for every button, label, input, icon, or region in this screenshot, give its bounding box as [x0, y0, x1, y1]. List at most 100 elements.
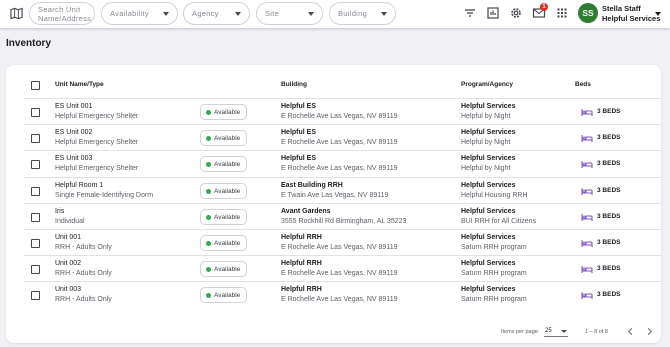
user-name[interactable]: Stella Staff — [602, 4, 641, 13]
status-dot — [206, 267, 211, 273]
building-select[interactable]: Building — [329, 2, 396, 25]
beds-count: 3 BEDS — [597, 265, 621, 273]
table-row[interactable]: ES Unit 002 Helpful Emergency Shelter Avai… — [24, 124, 661, 150]
chevron-down-icon — [308, 12, 314, 16]
chevron-down-icon[interactable] — [655, 12, 661, 16]
chevron-down-icon — [163, 12, 169, 16]
program-name: BUI RRH for All Citizens — [461, 217, 537, 225]
user-organization[interactable]: Helpful Services — [602, 14, 660, 23]
unit-type: Single Female-Identifying Dorm — [55, 191, 154, 199]
beds-count: 3 BEDS — [597, 239, 621, 246]
program-name: Saturn RRH program — [461, 270, 527, 278]
agency-name: Helpful Services — [461, 207, 516, 215]
status-badge: Available — [200, 261, 247, 278]
status-label: Available — [214, 161, 241, 169]
header-program[interactable]: Program/Agency — [461, 81, 513, 88]
header-building[interactable]: Building — [281, 81, 307, 88]
agency-name: Helpful Services — [461, 234, 516, 241]
row-checkbox[interactable] — [31, 160, 40, 170]
table-row[interactable]: Unit 002 RRH - Adults Only Available Helpfu… — [24, 255, 661, 281]
building-name: Helpful RRH — [281, 234, 322, 241]
header-beds[interactable]: Beds — [575, 81, 591, 88]
table-row[interactable]: Unit 001 RRH - Adults Only Available Helpfu… — [24, 229, 661, 255]
header-unit[interactable]: Unit Name/Type — [55, 81, 104, 88]
top-toolbar: Search Unit Name/Address Availability Ag… — [0, 0, 670, 28]
apps-grid-icon[interactable] — [555, 6, 569, 20]
agency-name: Helpful Services — [461, 181, 516, 189]
row-checkbox[interactable] — [31, 265, 40, 275]
unit-name: ES Unit 002 — [55, 129, 93, 137]
status-label: Available — [214, 266, 241, 274]
status-label: Available — [214, 135, 241, 143]
agency-name: Helpful Services — [461, 286, 516, 294]
agency-select[interactable]: Agency — [183, 2, 250, 25]
bed-icon — [581, 240, 593, 247]
bed-icon — [581, 187, 593, 195]
building-address: E Twain Ave Las Vegas, NV 89119 — [281, 191, 389, 199]
building-name: Helpful ES — [281, 129, 317, 137]
building-address: E Rochelle Ave Las Vegas, NV 89119 — [281, 270, 398, 278]
items-per-page-select[interactable]: 25 — [545, 328, 552, 334]
building-label: Building — [338, 9, 368, 18]
unit-name: Unit 003 — [55, 286, 82, 294]
row-checkbox[interactable] — [31, 291, 40, 301]
page-range: 1 – 8 of 8 — [585, 329, 608, 335]
chevron-down-icon — [381, 12, 387, 16]
table-row[interactable]: Helpful Room 1 Single Female-Identifying … — [24, 176, 661, 203]
avatar[interactable]: SS — [578, 3, 598, 23]
report-icon[interactable] — [486, 6, 500, 20]
status-badge: Available — [200, 104, 247, 120]
search-input[interactable]: Search Unit Name/Address — [29, 2, 95, 25]
table-row[interactable]: Unit 003 RRH - Adults Only Available Helpfu… — [24, 281, 661, 307]
status-label: Available — [214, 187, 241, 195]
row-checkbox[interactable] — [31, 186, 40, 196]
availability-select[interactable]: Availability — [101, 2, 178, 25]
program-name: Helpful by Night — [461, 165, 511, 173]
building-address: 3555 Rockhill Rd Birmingham, AL 35223 — [281, 217, 407, 225]
table-row[interactable]: Iris Individual Available Avant Gardens 3555… — [24, 202, 661, 229]
unit-name: ES Unit 001 — [55, 103, 93, 110]
unit-type: Individual — [55, 217, 85, 225]
row-checkbox[interactable] — [31, 212, 40, 222]
bed-icon — [581, 161, 593, 169]
bed-icon — [581, 135, 593, 143]
status-label: Available — [214, 213, 241, 221]
chevron-down-icon[interactable] — [561, 330, 567, 333]
unit-name: Iris — [55, 207, 65, 215]
row-checkbox[interactable] — [31, 239, 40, 248]
building-name: Helpful ES — [281, 103, 317, 110]
select-all-checkbox[interactable] — [31, 81, 40, 90]
program-name: Saturn RRH program — [461, 296, 527, 304]
status-dot — [206, 293, 211, 299]
status-dot — [206, 241, 211, 246]
site-select[interactable]: Site — [256, 2, 323, 25]
filter-icon[interactable] — [463, 6, 477, 20]
row-checkbox[interactable] — [31, 134, 40, 144]
chevron-left-icon[interactable] — [626, 327, 635, 336]
status-badge: Available — [200, 235, 247, 251]
building-name: East Building RRH — [281, 181, 343, 189]
table-row[interactable]: ES Unit 001 Helpful Emergency Shelter Avai… — [24, 98, 661, 124]
unit-type: Helpful Emergency Shelter — [55, 165, 139, 173]
program-name: Helpful Housing RRH — [461, 191, 528, 199]
notification-badge: 1 — [540, 3, 548, 11]
building-address: E Rochelle Ave Las Vegas, NV 89119 — [281, 113, 398, 120]
building-address: E Rochelle Ave Las Vegas, NV 89119 — [281, 165, 398, 173]
beds-count: 3 BEDS — [597, 160, 621, 168]
status-label: Available — [214, 240, 241, 247]
building-address: E Rochelle Ave Las Vegas, NV 89119 — [281, 296, 398, 304]
chevron-right-icon[interactable] — [645, 327, 654, 336]
building-name: Helpful ES — [281, 155, 317, 163]
building-name: Helpful RRH — [281, 286, 322, 294]
items-per-page-label: Items per page: — [501, 329, 540, 335]
unit-type: Helpful Emergency Shelter — [55, 113, 139, 120]
status-dot — [206, 188, 211, 194]
building-name: Avant Gardens — [281, 207, 331, 215]
map-icon[interactable] — [10, 7, 23, 20]
gear-icon[interactable] — [509, 6, 523, 20]
table-row[interactable]: ES Unit 003 Helpful Emergency Shelter Avai… — [24, 150, 661, 176]
row-checkbox[interactable] — [31, 108, 40, 117]
status-badge: Available — [200, 287, 247, 304]
inventory-table: Unit Name/Type Building Program/Agency B… — [6, 65, 661, 343]
agency-name: Helpful Services — [461, 155, 516, 163]
